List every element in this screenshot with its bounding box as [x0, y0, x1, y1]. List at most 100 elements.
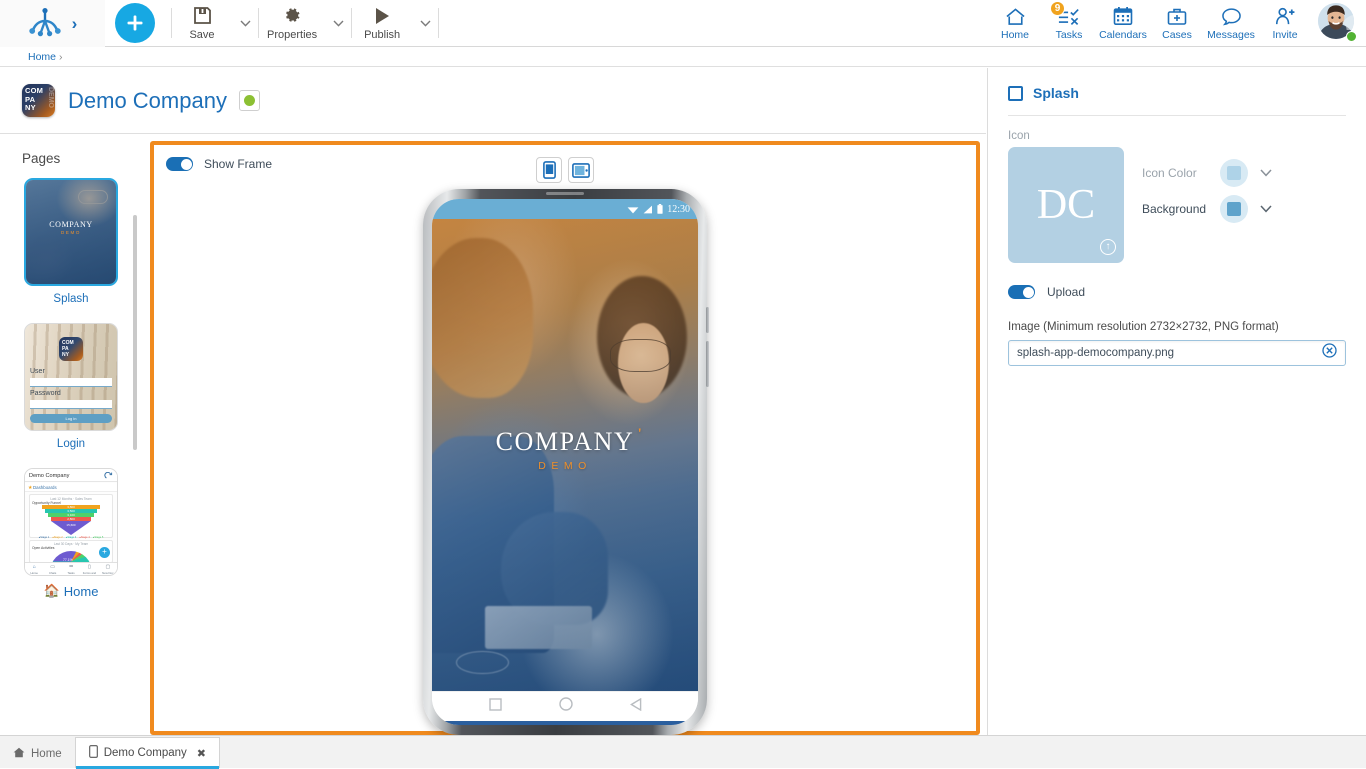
close-icon[interactable]: ✖ [197, 747, 206, 760]
toolbar-divider [438, 8, 439, 38]
status-badge[interactable] [239, 90, 260, 111]
icon-config-row: DC ↑ Icon Color Background [1008, 147, 1346, 263]
nav-item-tasks[interactable]: 9 Tasks [1042, 0, 1096, 47]
properties-title: Splash [1033, 85, 1079, 101]
thumb-password-input [30, 400, 112, 409]
pages-scrollbar[interactable] [133, 215, 137, 450]
thumb-login-button: Log in [30, 414, 112, 423]
avatar-status-dot [1346, 31, 1357, 42]
taskbar-label-home: Home [31, 748, 62, 760]
battery-icon [657, 204, 663, 214]
pages-sidebar: Pages COMPANY DEMO Splash COMPANY User P… [0, 135, 142, 735]
nav-item-home[interactable]: Home [988, 0, 1042, 47]
background-color-swatch[interactable] [1220, 195, 1248, 223]
upload-label: Upload [1047, 285, 1085, 299]
sidebar-item-splash[interactable]: COMPANY DEMO Splash [0, 178, 142, 305]
divider [1008, 115, 1346, 116]
sidebar-item-label-home: 🏠 Home [44, 583, 99, 599]
splash-checkbox[interactable] [1008, 86, 1023, 101]
thumb-app-icon: COMPANY [59, 337, 83, 361]
add-button[interactable] [115, 3, 155, 43]
tablet-landscape-icon [572, 163, 590, 178]
taskbar-tab-demo-company[interactable]: Demo Company ✖ [75, 737, 220, 768]
icon-color-swatch[interactable] [1220, 159, 1248, 187]
phone-mockup: 12:30 COMPANY ' DEMO [423, 189, 707, 735]
thumb-nav-item: ≔Tasks [62, 563, 80, 575]
page-thumbnail-splash[interactable]: COMPANY DEMO [24, 178, 118, 286]
upload-toggle[interactable] [1008, 285, 1035, 299]
chevron-right-icon[interactable]: › [72, 15, 78, 32]
nav-label-home: Home [1001, 29, 1029, 41]
app-icon: COMPANY DEMO [22, 84, 55, 117]
icon-color-caret[interactable] [1260, 164, 1272, 182]
image-filename: splash-app-democompany.png [1017, 347, 1322, 359]
avatar-button[interactable] [1318, 3, 1358, 43]
taskbar-tab-home[interactable]: Home [0, 740, 75, 768]
nav-item-cases[interactable]: Cases [1150, 0, 1204, 47]
funnel-row: 15,600 [63, 523, 79, 527]
phone-volume-button [706, 307, 709, 333]
show-frame-toggle[interactable] [166, 157, 193, 171]
save-floppy-icon [193, 5, 212, 26]
nav-item-messages[interactable]: Messages [1204, 0, 1258, 47]
splash-brand-text: COMPANY ' [496, 427, 635, 457]
page-thumbnail-login[interactable]: COMPANY User Password Log in [24, 323, 118, 431]
upload-arrow-icon[interactable]: ↑ [1100, 239, 1116, 255]
sidebar-item-home[interactable]: Demo Company Dashboards ★ Last 12 Months… [0, 468, 142, 599]
breadcrumb: Home › [0, 47, 1366, 67]
phone-screen: 12:30 COMPANY ' DEMO [432, 199, 698, 725]
publish-dropdown-caret[interactable] [412, 0, 438, 47]
preview-canvas: Show Frame [150, 141, 980, 735]
page-title-row: COMPANY DEMO Demo Company [0, 68, 986, 134]
triangle-back-icon[interactable] [630, 698, 642, 716]
splash-brand-tick: ' [638, 426, 644, 443]
square-recents-icon[interactable] [489, 698, 502, 716]
thumb-nav-item: ▯Forms and [80, 563, 98, 575]
wifi-icon [627, 205, 639, 214]
page-title: Demo Company [68, 88, 227, 114]
image-field-label: Image (Minimum resolution 2732×2732, PNG… [1008, 321, 1346, 333]
thumb-subbrand-text: DEMO [26, 230, 116, 235]
nav-label-messages: Messages [1207, 29, 1255, 41]
publish-button[interactable]: Publish [352, 0, 412, 47]
properties-button[interactable]: Properties [259, 0, 325, 47]
nav-item-calendars[interactable]: Calendars [1096, 0, 1150, 47]
sidebar-item-login[interactable]: COMPANY User Password Log in Login [0, 323, 142, 450]
icon-color-label: Icon Color [1142, 166, 1220, 180]
icon-preview-box[interactable]: DC ↑ [1008, 147, 1124, 263]
properties-dropdown-caret[interactable] [325, 0, 351, 47]
properties-header: Splash [1008, 68, 1346, 101]
thumb-bottom-nav: ⌂Home ▭Chats ≔Tasks ▯Forms and ▢New Doc [25, 562, 117, 575]
status-bar-time: 12:30 [667, 204, 690, 215]
page-thumbnail-home[interactable]: Demo Company Dashboards ★ Last 12 Months… [24, 468, 118, 576]
save-group: Save [172, 0, 258, 47]
pages-panel-title: Pages [0, 135, 142, 178]
circle-x-icon[interactable] [1322, 343, 1337, 363]
image-file-field[interactable]: splash-app-democompany.png [1008, 340, 1346, 366]
save-label: Save [189, 29, 214, 41]
phone-status-bar: 12:30 [432, 199, 698, 219]
app-icon-ghost-text: DEMO [47, 87, 54, 108]
circle-home-icon[interactable] [559, 697, 573, 716]
icon-color-value [1227, 166, 1241, 180]
thumb-user-label: User [30, 368, 45, 375]
breadcrumb-home[interactable]: Home [28, 51, 56, 63]
save-button[interactable]: Save [172, 0, 232, 47]
save-dropdown-caret[interactable] [232, 0, 258, 47]
sidebar-item-label-splash: Splash [53, 293, 88, 305]
frog-logo[interactable] [28, 8, 62, 38]
splash-subbrand-text: DEMO [432, 460, 698, 472]
show-frame-row: Show Frame [166, 157, 272, 171]
icon-color-row: Icon Color [1142, 155, 1272, 191]
breadcrumb-separator: › [59, 51, 63, 63]
nav-label-invite: Invite [1272, 29, 1297, 41]
background-color-caret[interactable] [1260, 200, 1272, 218]
home-icon: 🏠 [44, 583, 60, 599]
device-tablet-button[interactable] [568, 157, 594, 183]
device-phone-button[interactable] [536, 157, 562, 183]
nav-item-invite[interactable]: Invite [1258, 0, 1312, 47]
tasks-badge: 9 [1050, 1, 1065, 16]
global-nav: Home 9 Tasks [988, 0, 1366, 47]
thumb-refresh-icon [104, 472, 113, 480]
home-icon [13, 747, 25, 761]
